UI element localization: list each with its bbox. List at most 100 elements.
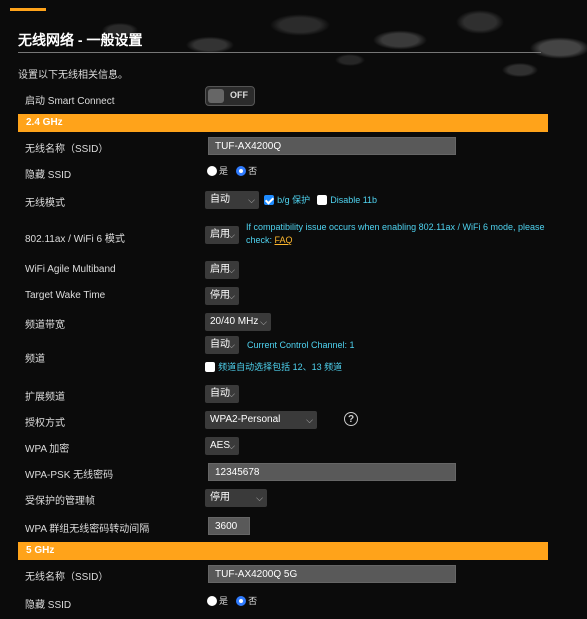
twt-value: 停用 <box>210 290 230 301</box>
page-subtitle: 设置以下无线相关信息。 <box>18 70 128 81</box>
wireless-mode-row: 无线模式 自动 ⌵ b/g 保护 Disable 11b <box>18 188 548 212</box>
wifi6-label: 802.11ax / WiFi 6 模式 <box>25 234 125 245</box>
bandwidth-select[interactable]: 20/40 MHz ⌵ <box>205 313 271 331</box>
faq-link[interactable]: FAQ <box>275 235 293 245</box>
bandwidth-value: 20/40 MHz <box>210 316 259 327</box>
auth-label: 授权方式 <box>25 418 65 429</box>
multiband-value: 启用 <box>210 264 230 275</box>
psk-label: WPA-PSK 无线密码 <box>25 470 114 481</box>
auth-select[interactable]: WPA2-Personal ⌵ <box>205 411 317 429</box>
hide-ssid-no-radio-5[interactable] <box>236 595 247 606</box>
ssid-label-24: 无线名称（SSID） <box>25 144 109 155</box>
wifi6-value: 启用 <box>210 229 230 240</box>
chevron-down-icon: ⌵ <box>228 441 235 451</box>
auth-row: 授权方式 WPA2-Personal ⌵ ? <box>18 408 548 432</box>
section-24ghz-title: 2.4 GHz <box>26 117 63 128</box>
psk-row: WPA-PSK 无线密码 12345678 <box>18 460 548 484</box>
rekey-label: WPA 群组无线密码转动间隔 <box>25 524 150 535</box>
ext-channel-value: 自动 <box>210 388 230 399</box>
psk-input[interactable]: 12345678 <box>208 463 456 481</box>
smart-connect-toggle[interactable]: OFF <box>205 86 255 106</box>
hide-ssid-row-5: 隐藏 SSID 是 否 <box>18 590 548 614</box>
chevron-down-icon: ⌵ <box>228 389 235 399</box>
channel-label: 频道 <box>25 354 45 365</box>
wifi6-select[interactable]: 启用 ⌵ <box>205 226 239 244</box>
ssid-input-24[interactable]: TUF-AX4200Q <box>208 137 456 155</box>
disable-11b-checkbox[interactable] <box>317 195 328 206</box>
mode-options: b/g 保护 Disable 11b <box>264 193 377 206</box>
section-5ghz: 5 GHz <box>18 542 548 560</box>
wireless-mode-label: 无线模式 <box>25 198 65 209</box>
hide-ssid-yes-radio-24[interactable] <box>207 165 217 176</box>
disable-11b-label: Disable 11b <box>330 195 378 205</box>
ssid-label-5: 无线名称（SSID） <box>25 572 109 583</box>
section-5ghz-title: 5 GHz <box>26 545 55 556</box>
hide-ssid-yes-label-24: 是 <box>219 166 229 176</box>
bandwidth-row: 频道带宽 20/40 MHz ⌵ <box>18 310 548 334</box>
channel-row: 频道 自动 ⌵ Current Control Channel: 1 频道自动选… <box>18 336 548 376</box>
chevron-down-icon: ⌵ <box>228 230 235 240</box>
twt-label: Target Wake Time <box>25 290 106 301</box>
ssid-input-5[interactable]: TUF-AX4200Q 5G <box>208 565 456 583</box>
wifi6-row: 802.11ax / WiFi 6 模式 启用 ⌵ If compatibili… <box>18 216 548 252</box>
wifi6-note: If compatibility issue occurs when enabl… <box>246 221 546 247</box>
multiband-row: WiFi Agile Multiband 启用 ⌵ <box>18 258 548 282</box>
chevron-down-icon: ⌵ <box>306 415 313 425</box>
wpa-enc-value: AES <box>210 440 231 451</box>
current-channel-text: Current Control Channel: 1 <box>247 340 355 350</box>
chevron-down-icon: ⌵ <box>256 493 263 503</box>
auto-channel-option: 频道自动选择包括 12、13 频道 <box>205 360 342 373</box>
wpa-enc-row: WPA 加密 AES ⌵ <box>18 434 548 458</box>
wireless-mode-value: 自动 <box>210 194 230 205</box>
rekey-input[interactable]: 3600 <box>208 517 250 535</box>
ext-channel-row: 扩展频道 自动 ⌵ <box>18 382 548 406</box>
auth-value: WPA2-Personal <box>210 414 281 425</box>
title-divider <box>18 52 541 53</box>
wpa-enc-select[interactable]: AES ⌵ <box>205 437 239 455</box>
ssid-row-5: 无线名称（SSID） TUF-AX4200Q 5G <box>18 562 548 586</box>
toggle-state: OFF <box>230 90 248 100</box>
bg-protect-label: b/g 保护 <box>277 195 311 205</box>
help-icon[interactable]: ? <box>344 412 358 426</box>
wpa-enc-label: WPA 加密 <box>25 444 70 455</box>
hide-ssid-radios-24: 是 否 <box>207 164 262 177</box>
multiband-select[interactable]: 启用 ⌵ <box>205 261 239 279</box>
chevron-down-icon: ⌵ <box>260 317 267 327</box>
channel-select[interactable]: 自动 ⌵ <box>205 336 239 354</box>
settings-panel: 无线网络 - 一般设置 设置以下无线相关信息。 启动 Smart Connect… <box>10 8 548 619</box>
tab-accent <box>10 8 46 11</box>
smart-connect-label: 启动 Smart Connect <box>25 96 115 107</box>
toggle-knob <box>208 89 224 103</box>
hide-ssid-no-label-24: 否 <box>248 166 258 176</box>
page-title: 无线网络 - 一般设置 <box>18 32 143 48</box>
pmf-select[interactable]: 停用 ⌵ <box>205 489 267 507</box>
hide-ssid-yes-label-5: 是 <box>219 596 229 606</box>
hide-ssid-no-radio-24[interactable] <box>236 165 247 176</box>
twt-select[interactable]: 停用 ⌵ <box>205 287 239 305</box>
section-24ghz: 2.4 GHz <box>18 114 548 132</box>
pmf-label: 受保护的管理帧 <box>25 496 95 507</box>
rekey-row: WPA 群组无线密码转动间隔 3600 <box>18 514 548 538</box>
hide-ssid-radios-5: 是 否 <box>207 594 262 607</box>
chevron-down-icon: ⌵ <box>248 195 255 205</box>
channel-value: 自动 <box>210 339 230 350</box>
smart-connect-row: 启动 Smart Connect OFF <box>18 86 548 110</box>
hide-ssid-label-5: 隐藏 SSID <box>25 600 72 611</box>
chevron-down-icon: ⌵ <box>228 340 235 350</box>
wireless-mode-select[interactable]: 自动 ⌵ <box>205 191 259 209</box>
chevron-down-icon: ⌵ <box>228 291 235 301</box>
chevron-down-icon: ⌵ <box>228 265 235 275</box>
bg-protect-checkbox[interactable] <box>264 195 274 206</box>
hide-ssid-row-24: 隐藏 SSID 是 否 <box>18 160 548 184</box>
ext-channel-select[interactable]: 自动 ⌵ <box>205 385 239 403</box>
hide-ssid-label-24: 隐藏 SSID <box>25 170 72 181</box>
auto-channel-checkbox[interactable] <box>205 362 215 373</box>
twt-row: Target Wake Time 停用 ⌵ <box>18 284 548 308</box>
auto-channel-label: 频道自动选择包括 12、13 频道 <box>218 362 343 372</box>
ext-channel-label: 扩展频道 <box>25 392 65 403</box>
hide-ssid-yes-radio-5[interactable] <box>207 595 217 606</box>
ssid-row-24: 无线名称（SSID） TUF-AX4200Q <box>18 134 548 158</box>
pmf-row: 受保护的管理帧 停用 ⌵ <box>18 486 548 510</box>
multiband-label: WiFi Agile Multiband <box>25 264 116 275</box>
bandwidth-label: 频道带宽 <box>25 320 65 331</box>
